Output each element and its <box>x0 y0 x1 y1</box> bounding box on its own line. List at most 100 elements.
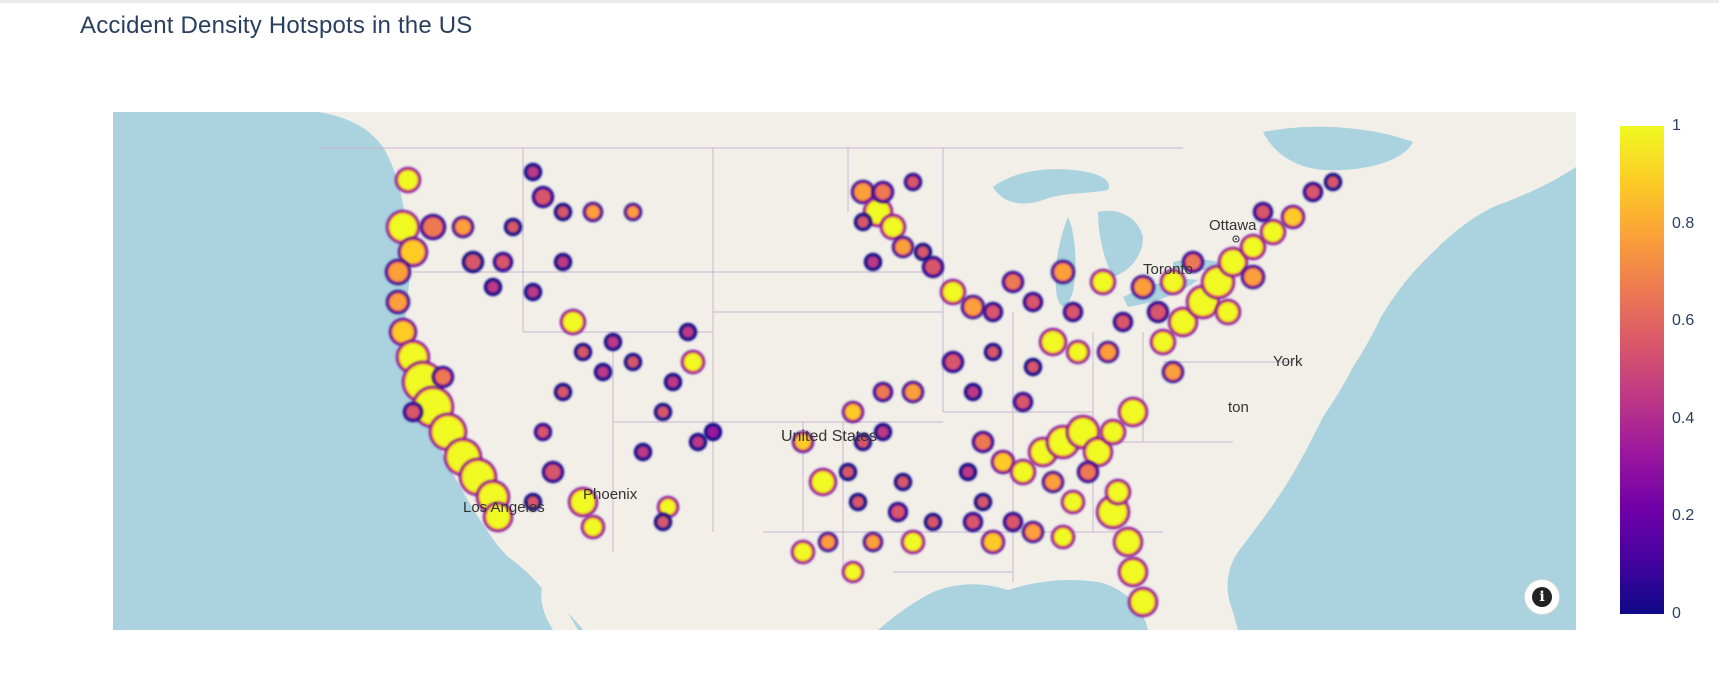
colorbar-tick-label: 1 <box>1672 117 1681 134</box>
density-hotspot <box>1244 268 1262 286</box>
density-hotspot <box>1165 364 1181 380</box>
label-phoenix: Phoenix <box>583 486 638 503</box>
info-button[interactable]: i <box>1524 579 1560 615</box>
density-hotspot <box>917 246 929 258</box>
colorbar <box>1620 126 1664 614</box>
density-hotspot <box>545 464 561 480</box>
density-hotspot <box>875 184 891 200</box>
density-hotspot <box>897 476 909 488</box>
density-hotspot <box>1006 515 1020 529</box>
density-hotspot <box>388 262 408 282</box>
density-hotspot <box>401 240 425 264</box>
density-hotspot <box>707 426 719 438</box>
density-hotspot <box>657 516 669 528</box>
colorbar-gradient <box>1620 126 1664 614</box>
density-hotspot <box>845 404 861 420</box>
density-hotspot <box>1134 278 1152 296</box>
density-hotspot <box>1080 464 1096 480</box>
density-hotspot <box>398 170 418 190</box>
label-united-states: United States <box>781 428 877 445</box>
density-hotspot <box>966 515 980 529</box>
density-hotspot <box>435 369 451 385</box>
density-hotspot <box>692 436 704 448</box>
density-hotspot <box>557 386 569 398</box>
density-hotspot <box>1108 482 1128 502</box>
density-hotspot <box>577 346 589 358</box>
density-hotspot <box>904 533 922 551</box>
density-hotspot <box>557 256 569 268</box>
density-hotspot <box>1306 185 1320 199</box>
density-hotspot <box>406 405 420 419</box>
density-hotspot <box>682 326 694 338</box>
label-toronto: Toronto <box>1143 261 1193 278</box>
density-hotspot <box>1045 474 1061 490</box>
density-hotspot <box>1103 422 1123 442</box>
density-hotspot <box>667 376 679 388</box>
density-hotspot <box>812 471 834 493</box>
density-hotspot <box>597 366 609 378</box>
density-hotspot <box>891 505 905 519</box>
density-hotspot <box>660 499 676 515</box>
info-icon: i <box>1532 587 1552 607</box>
density-hotspot <box>845 564 861 580</box>
density-hotspot <box>1025 524 1041 540</box>
density-hotspot <box>905 384 921 400</box>
density-hotspot <box>1221 250 1245 274</box>
density-hotspot <box>586 205 600 219</box>
density-hotspot <box>1131 590 1155 614</box>
density-hotspot <box>1116 530 1140 554</box>
label-washington: ton <box>1228 399 1249 416</box>
density-hotspot <box>943 282 963 302</box>
density-hotspot <box>907 176 919 188</box>
density-hotspot <box>1093 272 1113 292</box>
density-hotspot <box>854 183 872 201</box>
top-border <box>0 0 1719 3</box>
label-new-york: York <box>1273 353 1303 370</box>
density-hotspot <box>967 386 979 398</box>
density-hotspot <box>1153 332 1173 352</box>
density-hotspot <box>1027 361 1039 373</box>
density-hotspot <box>527 166 539 178</box>
density-hotspot <box>877 426 889 438</box>
density-hotspot <box>389 213 417 241</box>
density-hotspot <box>1042 331 1064 353</box>
density-hotspot <box>1054 528 1072 546</box>
density-hotspot <box>637 446 649 458</box>
density-hotspot <box>1218 302 1238 322</box>
density-hotspot <box>1005 274 1021 290</box>
density-hotspot <box>1243 237 1263 257</box>
colorbar-tick-label: 0.6 <box>1672 312 1695 330</box>
density-hotspot <box>994 453 1012 471</box>
density-hotspot <box>945 354 961 370</box>
colorbar-tick-label: 0.8 <box>1672 214 1695 232</box>
density-hotspot <box>1054 263 1072 281</box>
density-hotspot <box>987 346 999 358</box>
density-hotspot <box>1100 344 1116 360</box>
density-hotspot <box>607 336 619 348</box>
density-hotspot <box>794 543 812 561</box>
density-hotspot <box>895 239 911 255</box>
density-hotspot <box>563 312 583 332</box>
colorbar-tick-label: 0.2 <box>1672 507 1695 525</box>
density-hotspot <box>964 298 982 316</box>
density-hotspot <box>1066 305 1080 319</box>
density-map[interactable]: Ottawa Toronto York ton United States Lo… <box>113 112 1576 630</box>
density-hotspot <box>842 466 854 478</box>
density-hotspot <box>557 206 569 218</box>
density-hotspot <box>1026 295 1040 309</box>
density-hotspot <box>627 206 639 218</box>
density-hotspot <box>535 189 551 205</box>
density-hotspot <box>1150 304 1166 320</box>
density-hotspot <box>392 321 414 343</box>
density-hotspot <box>1327 176 1339 188</box>
density-hotspot <box>1016 395 1030 409</box>
chart-title: Accident Density Hotspots in the US <box>80 12 473 39</box>
density-hotspot <box>537 426 549 438</box>
density-hotspot <box>867 256 879 268</box>
density-hotspot <box>1263 222 1283 242</box>
density-hotspot <box>866 535 880 549</box>
density-hotspot <box>857 216 869 228</box>
label-ottawa: Ottawa <box>1209 217 1257 234</box>
density-hotspot <box>423 217 443 237</box>
density-hotspot <box>977 496 989 508</box>
